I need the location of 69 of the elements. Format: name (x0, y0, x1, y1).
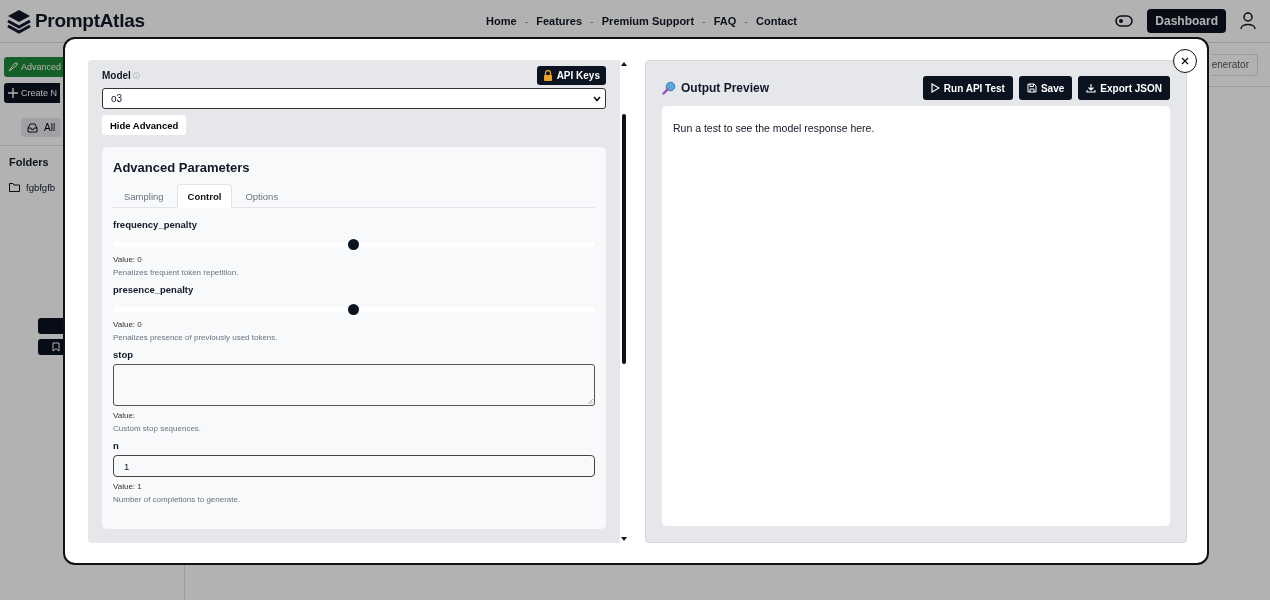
folder-icon (9, 183, 20, 192)
scroll-down-icon[interactable] (620, 537, 627, 541)
parameter-description: Penalizes frequent token repetition. (113, 268, 240, 277)
user-icon[interactable] (1240, 12, 1256, 30)
field-label: Model (102, 70, 131, 81)
model-select[interactable]: o3 (102, 88, 606, 109)
value-text: Value: 1 (113, 482, 143, 491)
logo-text[interactable]: PromptAtlas (35, 10, 145, 32)
value-text: Value: 0 (113, 255, 143, 264)
value-text: Value: 0 (113, 320, 143, 329)
layers-icon (6, 8, 32, 34)
nav-separator: - (524, 15, 529, 27)
parameter-description: Number of completions to generate. (113, 495, 242, 504)
close-icon (1181, 57, 1189, 65)
slider-thumb[interactable] (348, 304, 359, 315)
bookmark-icon (52, 342, 60, 352)
parameter-label: frequency_penalty (113, 219, 198, 230)
hide-advanced-button[interactable]: Hide Advanced (102, 115, 187, 135)
parameter-label: stop (113, 349, 135, 360)
parameter-description: Custom stop sequences. (113, 424, 203, 433)
download-icon (1086, 83, 1097, 93)
number-field[interactable]: 1 (113, 455, 595, 477)
nav-separator: - (702, 15, 706, 27)
save-button[interactable]: Save (1018, 76, 1073, 100)
scroll-up-icon[interactable] (620, 62, 627, 66)
tab[interactable]: Options (234, 184, 290, 208)
scrollbar-thumb[interactable] (621, 114, 626, 364)
placeholder-text: Run a test to see the model response here. (673, 122, 875, 134)
tab[interactable]: Sampling (113, 184, 175, 208)
nav-separator: - (744, 15, 749, 27)
nav-link[interactable]: Premium Support (601, 15, 695, 27)
nav-link[interactable]: FAQ (713, 15, 737, 27)
parameter-label: presence_penalty (113, 284, 195, 295)
panel-title: Output Preview (681, 81, 769, 95)
value-text: Value: (113, 411, 137, 420)
magnifier-icon (662, 81, 676, 95)
lock-icon (542, 70, 553, 81)
parameter-label: n (113, 440, 120, 451)
slider-track[interactable] (113, 307, 595, 312)
create-button[interactable]: Create N (4, 83, 60, 103)
toggle-icon[interactable] (1115, 15, 1134, 27)
api-keys-button[interactable]: API Keys (536, 66, 606, 85)
plus-icon (8, 88, 18, 98)
parameter-description: Penalizes presence of previously used tokens. (113, 333, 279, 342)
tab[interactable]: Control (176, 184, 233, 208)
slider-thumb[interactable] (348, 239, 359, 250)
export-button[interactable]: Export JSON (1078, 76, 1170, 100)
folder-item[interactable]: fgbfgfb (9, 182, 56, 193)
run-button[interactable]: Run API Test (922, 76, 1013, 100)
nav-link[interactable]: Features (536, 15, 583, 27)
section-title: Folders (9, 156, 49, 168)
floppy-icon (1026, 83, 1037, 93)
slider-track[interactable] (113, 242, 595, 247)
stop-field[interactable] (113, 364, 595, 406)
nav-link[interactable]: Contact (756, 15, 797, 27)
resize-grip-icon[interactable] (588, 399, 593, 404)
nav-separator: - (590, 15, 594, 27)
scrollbar[interactable] (620, 60, 627, 543)
card-title: Advanced Parameters (113, 160, 251, 175)
inbox-icon (27, 122, 38, 133)
close-button[interactable] (1173, 49, 1197, 73)
generator-button[interactable]: enerator (1211, 53, 1258, 76)
info-icon (132, 72, 140, 79)
filter-tab[interactable]: All (21, 118, 62, 137)
nav-link[interactable]: Home (486, 15, 517, 27)
play-icon (930, 83, 940, 93)
chevron-down-icon (593, 95, 601, 102)
advanced-button[interactable]: Advanced (4, 57, 65, 77)
dashboard-button[interactable]: Dashboard (1147, 9, 1226, 33)
